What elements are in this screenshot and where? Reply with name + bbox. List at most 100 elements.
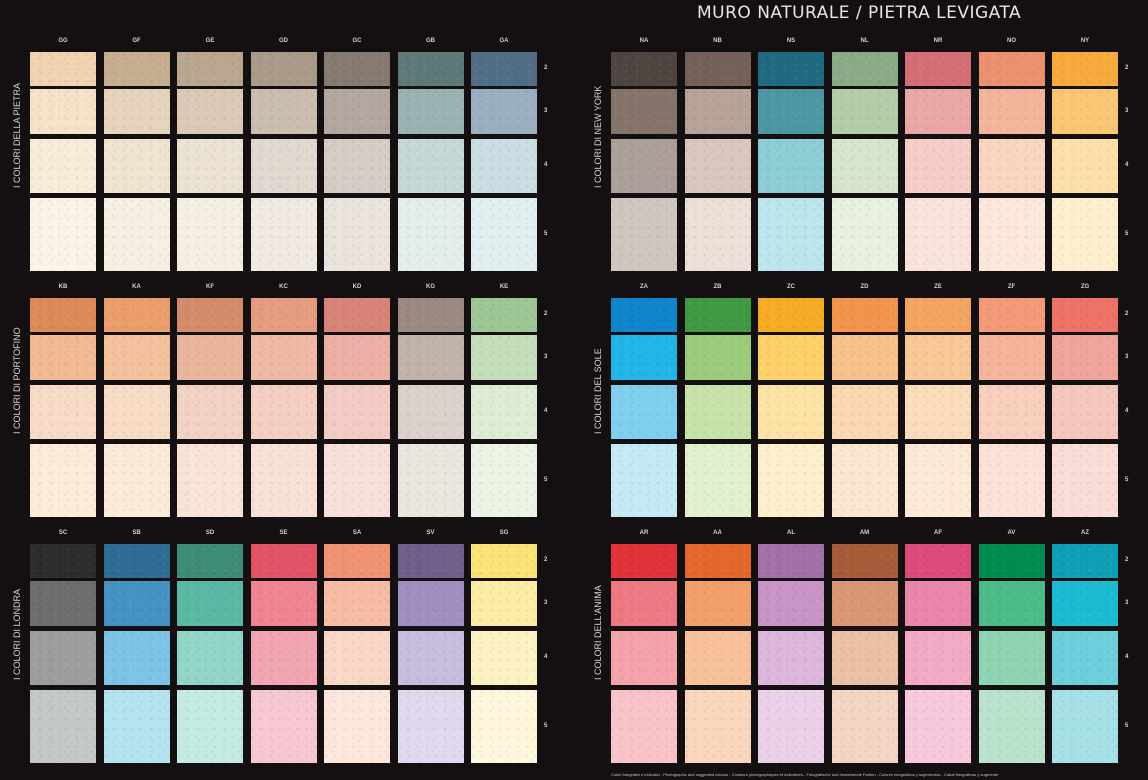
- color-swatch[interactable]: [324, 690, 390, 763]
- color-swatch[interactable]: [611, 581, 677, 626]
- color-swatch[interactable]: [1052, 690, 1118, 763]
- color-swatch[interactable]: [324, 139, 390, 193]
- color-swatch[interactable]: [324, 631, 390, 685]
- color-swatch[interactable]: [177, 298, 243, 332]
- color-swatch[interactable]: [324, 52, 390, 86]
- color-swatch[interactable]: [684, 581, 751, 626]
- color-swatch[interactable]: [30, 631, 96, 685]
- color-swatch[interactable]: [905, 139, 971, 193]
- color-swatch[interactable]: [30, 52, 96, 86]
- color-swatch[interactable]: [905, 198, 971, 271]
- color-swatch[interactable]: [397, 581, 464, 626]
- color-swatch[interactable]: [978, 89, 1045, 134]
- color-swatch[interactable]: [103, 198, 170, 271]
- color-swatch[interactable]: [177, 581, 243, 626]
- color-swatch[interactable]: [250, 444, 317, 517]
- color-swatch[interactable]: [684, 631, 751, 685]
- color-swatch[interactable]: [250, 690, 317, 763]
- color-swatch[interactable]: [250, 335, 317, 380]
- color-swatch[interactable]: [397, 690, 464, 763]
- color-swatch[interactable]: [324, 89, 390, 134]
- color-swatch[interactable]: [905, 52, 971, 86]
- color-swatch[interactable]: [1052, 52, 1118, 86]
- color-swatch[interactable]: [397, 139, 464, 193]
- color-swatch[interactable]: [103, 89, 170, 134]
- color-swatch[interactable]: [758, 335, 824, 380]
- color-swatch[interactable]: [831, 335, 898, 380]
- color-swatch[interactable]: [905, 335, 971, 380]
- color-swatch[interactable]: [684, 444, 751, 517]
- color-swatch[interactable]: [397, 198, 464, 271]
- color-swatch[interactable]: [758, 385, 824, 439]
- color-swatch[interactable]: [397, 631, 464, 685]
- color-swatch[interactable]: [30, 385, 96, 439]
- color-swatch[interactable]: [103, 544, 170, 578]
- color-swatch[interactable]: [978, 544, 1045, 578]
- color-swatch[interactable]: [397, 298, 464, 332]
- color-swatch[interactable]: [177, 444, 243, 517]
- color-swatch[interactable]: [397, 544, 464, 578]
- color-swatch[interactable]: [471, 385, 537, 439]
- color-swatch[interactable]: [30, 581, 96, 626]
- color-swatch[interactable]: [250, 198, 317, 271]
- color-swatch[interactable]: [30, 444, 96, 517]
- color-swatch[interactable]: [1052, 298, 1118, 332]
- color-swatch[interactable]: [978, 52, 1045, 86]
- color-swatch[interactable]: [758, 581, 824, 626]
- color-swatch[interactable]: [177, 631, 243, 685]
- color-swatch[interactable]: [978, 444, 1045, 517]
- color-swatch[interactable]: [103, 335, 170, 380]
- color-swatch[interactable]: [905, 581, 971, 626]
- color-swatch[interactable]: [684, 335, 751, 380]
- color-swatch[interactable]: [905, 298, 971, 332]
- color-swatch[interactable]: [103, 581, 170, 626]
- color-swatch[interactable]: [905, 690, 971, 763]
- color-swatch[interactable]: [978, 581, 1045, 626]
- color-swatch[interactable]: [611, 444, 677, 517]
- color-swatch[interactable]: [250, 298, 317, 332]
- color-swatch[interactable]: [611, 298, 677, 332]
- color-swatch[interactable]: [471, 544, 537, 578]
- color-swatch[interactable]: [978, 298, 1045, 332]
- color-swatch[interactable]: [684, 690, 751, 763]
- color-swatch[interactable]: [30, 89, 96, 134]
- color-swatch[interactable]: [611, 198, 677, 271]
- color-swatch[interactable]: [611, 52, 677, 86]
- color-swatch[interactable]: [758, 198, 824, 271]
- color-swatch[interactable]: [611, 631, 677, 685]
- color-swatch[interactable]: [471, 631, 537, 685]
- color-swatch[interactable]: [1052, 139, 1118, 193]
- color-swatch[interactable]: [397, 52, 464, 86]
- color-swatch[interactable]: [30, 335, 96, 380]
- color-swatch[interactable]: [397, 385, 464, 439]
- color-swatch[interactable]: [831, 581, 898, 626]
- color-swatch[interactable]: [397, 335, 464, 380]
- color-swatch[interactable]: [177, 385, 243, 439]
- color-swatch[interactable]: [250, 631, 317, 685]
- color-swatch[interactable]: [250, 89, 317, 134]
- color-swatch[interactable]: [177, 335, 243, 380]
- color-swatch[interactable]: [103, 385, 170, 439]
- color-swatch[interactable]: [831, 690, 898, 763]
- color-swatch[interactable]: [978, 198, 1045, 271]
- color-swatch[interactable]: [103, 139, 170, 193]
- color-swatch[interactable]: [684, 198, 751, 271]
- color-swatch[interactable]: [978, 139, 1045, 193]
- color-swatch[interactable]: [758, 544, 824, 578]
- color-swatch[interactable]: [611, 544, 677, 578]
- color-swatch[interactable]: [177, 690, 243, 763]
- color-swatch[interactable]: [831, 544, 898, 578]
- color-swatch[interactable]: [103, 444, 170, 517]
- color-swatch[interactable]: [611, 139, 677, 193]
- color-swatch[interactable]: [103, 298, 170, 332]
- color-swatch[interactable]: [978, 631, 1045, 685]
- color-swatch[interactable]: [471, 690, 537, 763]
- color-swatch[interactable]: [30, 198, 96, 271]
- color-swatch[interactable]: [905, 631, 971, 685]
- color-swatch[interactable]: [611, 335, 677, 380]
- color-swatch[interactable]: [177, 544, 243, 578]
- color-swatch[interactable]: [471, 298, 537, 332]
- color-swatch[interactable]: [1052, 198, 1118, 271]
- color-swatch[interactable]: [30, 544, 96, 578]
- color-swatch[interactable]: [103, 52, 170, 86]
